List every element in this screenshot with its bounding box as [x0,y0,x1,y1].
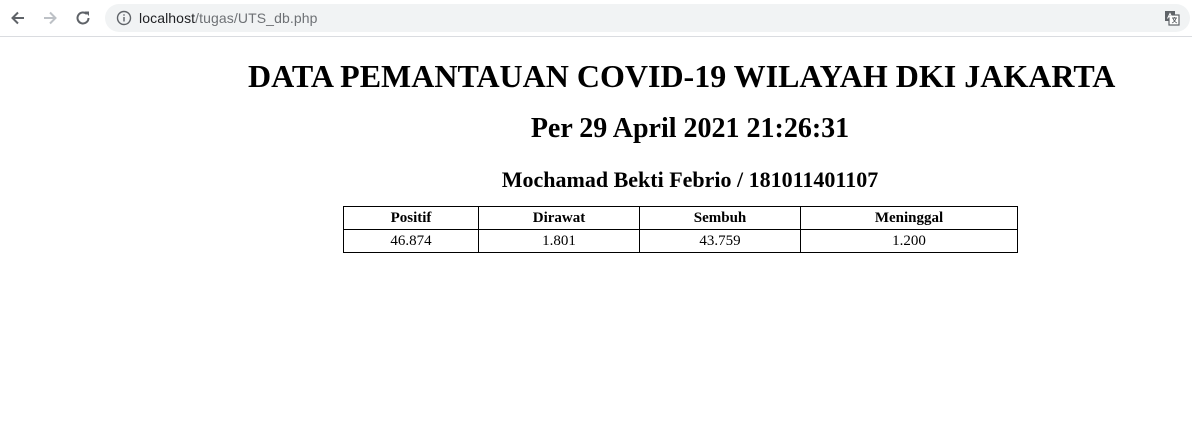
cell-sembuh: 43.759 [639,229,801,253]
url-host: localhost [139,10,196,26]
cell-positif: 46.874 [343,229,479,253]
header-meninggal: Meninggal [800,206,1018,230]
forward-icon[interactable] [38,6,62,30]
author-line: Mochamad Bekti Febrio / 181011401107 [501,167,879,192]
back-icon[interactable] [6,6,30,30]
date-subtitle: Per 29 April 2021 21:26:31 [530,113,850,144]
page-title: DATA PEMANTAUAN COVID-19 WILAYAH DKI JAK… [248,58,1116,94]
cell-dirawat: 1.801 [478,229,640,253]
address-bar[interactable]: localhost/tugas/UTS_db.php [105,4,1190,32]
url-text: localhost/tugas/UTS_db.php [139,4,318,32]
url-path: /tugas/UTS_db.php [195,10,318,26]
translate-icon[interactable] [1164,10,1180,26]
header-sembuh: Sembuh [639,206,801,230]
browser-toolbar: localhost/tugas/UTS_db.php [0,0,1192,37]
reload-icon[interactable] [71,6,95,30]
header-dirawat: Dirawat [478,206,640,230]
covid-data-table: Positif Dirawat Sembuh Meninggal 46.874 … [343,206,1018,253]
cell-meninggal: 1.200 [800,229,1018,253]
header-positif: Positif [343,206,479,230]
table-row: 46.874 1.801 43.759 1.200 [343,229,1018,253]
table-header-row: Positif Dirawat Sembuh Meninggal [343,206,1018,230]
info-icon[interactable] [116,10,132,26]
